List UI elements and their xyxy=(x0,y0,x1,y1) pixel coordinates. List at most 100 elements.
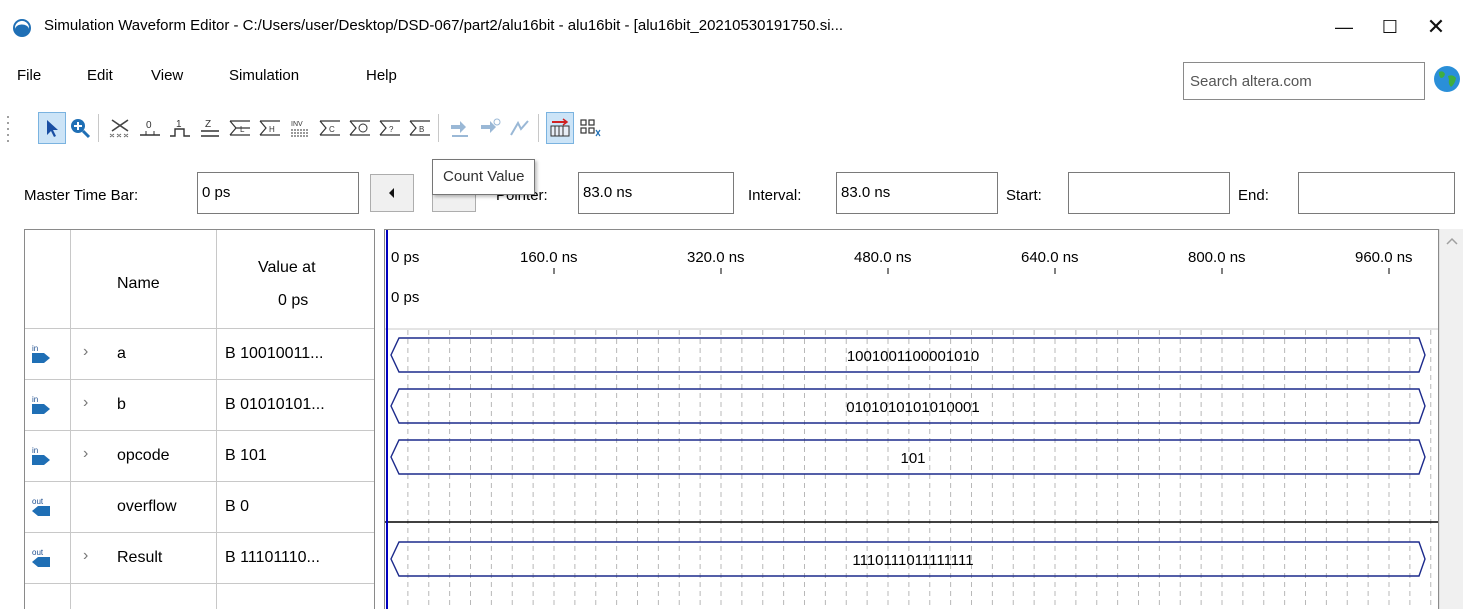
arbitrary-value-icon[interactable]: B xyxy=(406,112,434,144)
signal-value: B 10010011... xyxy=(225,345,324,362)
menu-view[interactable]: View xyxy=(151,67,183,84)
force-low-icon[interactable]: 0 xyxy=(136,112,164,144)
timeline-tick-label: 320.0 ns xyxy=(687,249,745,266)
svg-text:out: out xyxy=(32,497,44,506)
timeline-tick-label: 480.0 ns xyxy=(854,249,912,266)
output-pin-icon: out xyxy=(32,548,50,567)
signal-name: overflow xyxy=(117,498,177,515)
svg-text:INV: INV xyxy=(291,121,303,128)
signal-name: opcode xyxy=(117,447,170,464)
generate-netlist-icon[interactable] xyxy=(506,112,534,144)
invert-icon[interactable]: INV xyxy=(286,112,314,144)
snap-to-grid-icon[interactable] xyxy=(546,112,574,144)
column-header-value-time: 0 ps xyxy=(278,292,309,309)
signal-value: B 101 xyxy=(225,447,267,464)
signal-row-result[interactable]: out › Result B 11101110... xyxy=(25,533,374,584)
svg-text:in: in xyxy=(32,446,38,455)
maximize-button[interactable]: ☐ xyxy=(1367,12,1413,42)
signal-row-a[interactable]: in › a B 10010011... xyxy=(25,329,374,380)
force-weak-high-icon[interactable]: H xyxy=(256,112,284,144)
signal-row-overflow[interactable]: out overflow B 0 xyxy=(25,482,374,533)
signal-name: Result xyxy=(117,549,163,566)
arrow-left-icon xyxy=(389,188,394,198)
master-time-bar-label: Master Time Bar: xyxy=(24,187,139,204)
timeline-tick-label: 640.0 ns xyxy=(1021,249,1079,266)
force-weak-low-icon[interactable]: L xyxy=(226,112,254,144)
end-label: End: xyxy=(1238,187,1269,204)
globe-icon[interactable] xyxy=(1432,64,1462,94)
run-timing-simulation-icon[interactable] xyxy=(476,112,504,144)
toolbar-grip[interactable] xyxy=(6,112,10,144)
signal-name: b xyxy=(117,396,126,413)
signal-value: B 11101110... xyxy=(225,549,320,566)
timeline-tick-label: 160.0 ns xyxy=(520,249,578,266)
random-values-icon[interactable]: ? xyxy=(376,112,404,144)
search-input[interactable] xyxy=(1184,63,1424,99)
svg-text:L: L xyxy=(240,125,245,134)
svg-text:out: out xyxy=(32,548,44,557)
svg-text:C: C xyxy=(329,125,335,134)
cursor-time-label: 0 ps xyxy=(391,289,419,306)
signal-table-header: Name Value at 0 ps xyxy=(25,230,374,329)
minimize-button[interactable]: — xyxy=(1321,12,1367,42)
menu-file[interactable]: File xyxy=(17,67,41,84)
input-pin-icon: in xyxy=(32,395,50,414)
title-bar: Simulation Waveform Editor - C:/Users/us… xyxy=(0,0,1477,54)
signal-table: Name Value at 0 ps in › a B 10010011... … xyxy=(24,229,375,609)
signal-name: a xyxy=(117,345,126,362)
bus-value-label: 1001001100001010 xyxy=(847,348,979,365)
force-high-icon[interactable]: 1 xyxy=(166,112,194,144)
pointer-field[interactable]: 83.0 ns xyxy=(578,172,734,214)
previous-transition-button[interactable] xyxy=(370,174,414,212)
expand-chevron-icon[interactable]: › xyxy=(83,394,88,412)
force-high-impedance-icon[interactable]: Z xyxy=(196,112,224,144)
search-field[interactable] xyxy=(1183,62,1425,100)
output-pin-icon: out xyxy=(32,497,50,516)
svg-text:in: in xyxy=(32,344,38,353)
menu-edit[interactable]: Edit xyxy=(87,67,113,84)
input-pin-icon: in xyxy=(32,446,50,465)
column-header-name[interactable]: Name xyxy=(117,275,160,293)
svg-text:in: in xyxy=(32,395,38,404)
quartus-app-icon xyxy=(13,19,31,37)
master-time-bar-field[interactable]: 0 ps xyxy=(197,172,359,214)
start-label: Start: xyxy=(1006,187,1042,204)
expand-chevron-icon[interactable]: › xyxy=(83,547,88,565)
timeline-tick-label: 800.0 ns xyxy=(1188,249,1246,266)
timeline-tick-label: 0 ps xyxy=(391,249,419,266)
zoom-tool-icon[interactable] xyxy=(66,112,94,144)
interval-field[interactable]: 83.0 ns xyxy=(836,172,998,214)
scroll-up-arrow-icon[interactable] xyxy=(1440,229,1464,253)
signal-row-opcode[interactable]: in › opcode B 101 xyxy=(25,431,374,482)
grid-settings-icon[interactable] xyxy=(576,112,604,144)
waveform-canvas[interactable]: 0 ps 160.0 ns 320.0 ns 480.0 ns 640.0 ns 800.… xyxy=(385,230,1439,609)
vertical-scrollbar[interactable] xyxy=(1439,229,1463,609)
overwrite-clock-icon[interactable] xyxy=(346,112,374,144)
svg-text:B: B xyxy=(419,125,424,134)
end-field[interactable] xyxy=(1298,172,1455,214)
svg-text:0: 0 xyxy=(146,120,152,131)
force-unknown-icon[interactable] xyxy=(106,112,134,144)
bus-value-label: 0101010101010001 xyxy=(846,399,979,416)
interval-label: Interval: xyxy=(748,187,802,204)
menu-help[interactable]: Help xyxy=(366,67,397,84)
waveform-panel[interactable]: 0 ps 160.0 ns 320.0 ns 480.0 ns 640.0 ns 800.… xyxy=(384,229,1439,609)
menu-simulation[interactable]: Simulation xyxy=(229,67,299,84)
tooltip-count-value: Count Value xyxy=(432,159,536,195)
signal-value: B 0 xyxy=(225,498,250,515)
selection-tool-icon[interactable] xyxy=(38,112,66,144)
svg-text:H: H xyxy=(269,125,275,134)
column-header-value[interactable]: Value at xyxy=(258,259,316,277)
svg-text:?: ? xyxy=(389,125,394,134)
run-functional-simulation-icon[interactable] xyxy=(446,112,474,144)
count-value-icon[interactable]: C xyxy=(316,112,344,144)
timeline-tick-label: 960.0 ns xyxy=(1355,249,1413,266)
start-field[interactable] xyxy=(1068,172,1230,214)
svg-text:Z: Z xyxy=(205,119,211,130)
expand-chevron-icon[interactable]: › xyxy=(83,445,88,463)
close-button[interactable]: ✕ xyxy=(1413,12,1459,42)
signal-row-b[interactable]: in › b B 01010101... xyxy=(25,380,374,431)
bus-value-label: 101 xyxy=(900,450,925,467)
expand-chevron-icon[interactable]: › xyxy=(83,343,88,361)
bus-value-label: 1110111011111111 xyxy=(852,552,973,569)
